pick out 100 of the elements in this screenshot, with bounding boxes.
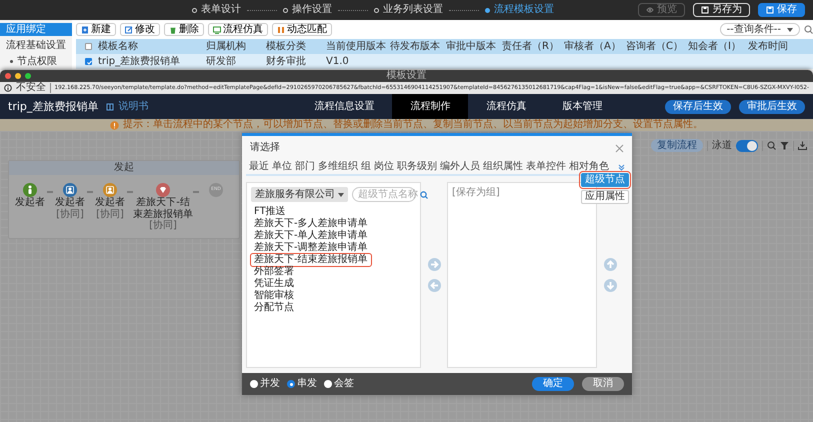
chevron-down-icon[interactable]: [618, 164, 625, 170]
column-header: 审批中版本: [445, 40, 497, 52]
document-plus-icon: [81, 26, 89, 34]
radio-icon[interactable]: [324, 380, 332, 388]
lane-header: 发起: [9, 161, 239, 175]
window-title: 模板设置: [386, 70, 426, 82]
pencil-icon: [125, 26, 133, 34]
manual-link[interactable]: 说明书: [106, 100, 148, 112]
step-tab[interactable]: 表单设计: [192, 4, 241, 16]
step-tab[interactable]: 操作设置: [283, 4, 332, 16]
node-label: 发起者: [15, 197, 45, 208]
copy-flow-button[interactable]: 复制流程: [651, 139, 703, 152]
caret-icon: [787, 28, 793, 32]
filter-icon: [780, 141, 789, 150]
close-icon[interactable]: [615, 144, 624, 152]
tab[interactable]: 版本管理: [544, 94, 620, 119]
swimlane-toggle[interactable]: [736, 140, 758, 152]
list-item[interactable]: 凭证生成: [251, 278, 297, 290]
column-header: 责任者（R）: [501, 40, 560, 52]
close-icon[interactable]: [5, 72, 11, 78]
column-header: 待发布版本: [389, 40, 441, 52]
app-title: trip_差旅费报销单: [8, 100, 98, 114]
step-dot-icon: [283, 8, 288, 12]
header-button[interactable]: 保存后生效: [665, 100, 731, 114]
tab[interactable]: 组: [361, 161, 371, 173]
tab[interactable]: 职务级别: [397, 161, 437, 173]
node-label: 差旅天下-结束差旅报销单: [133, 197, 193, 220]
list-item[interactable]: 外部签署: [251, 266, 297, 278]
tab[interactable]: 岗位: [374, 161, 394, 173]
column-header: 当前使用版本: [325, 40, 386, 52]
step-tab[interactable]: 业务列表设置: [374, 4, 443, 16]
bars-icon: [277, 26, 285, 34]
tab[interactable]: 表单控件: [526, 161, 566, 173]
step-dot-icon: [192, 8, 197, 12]
tab[interactable]: 组织属性: [483, 161, 523, 173]
step-dot-icon: [374, 8, 379, 12]
tab[interactable]: 最近: [249, 161, 269, 173]
dialog-title: 请选择: [250, 142, 280, 154]
tab[interactable]: 相对角色: [569, 161, 609, 173]
monitor-icon: [213, 26, 221, 34]
list-item[interactable]: 差旅天下-多人差旅申请单: [251, 218, 371, 230]
list-item[interactable]: 分配节点: [251, 302, 297, 314]
query-dropdown[interactable]: --查询条件--: [720, 23, 800, 36]
toolbar-button[interactable]: 流程仿真: [208, 23, 268, 36]
org-dropdown[interactable]: 差旅服务有限公司: [251, 187, 348, 202]
confirm-button[interactable]: 确定: [532, 377, 574, 391]
radio-option[interactable]: 串发: [287, 378, 317, 390]
save-button[interactable]: 保存: [758, 3, 805, 17]
eye-icon: [646, 6, 654, 14]
list-item[interactable]: 差旅天下-调整差旅申请单: [251, 242, 371, 254]
radio-option[interactable]: 并发: [250, 378, 280, 390]
search-icon: [767, 141, 776, 150]
checkbox[interactable]: [85, 43, 92, 50]
sidebar-subitem[interactable]: 节点权限: [0, 55, 72, 68]
radio-icon[interactable]: [287, 380, 295, 388]
trash-icon: [169, 26, 177, 34]
radio-icon[interactable]: [250, 380, 258, 388]
list-item[interactable]: 智能审核: [251, 290, 297, 302]
save-icon: [766, 6, 774, 14]
column-header: 归属机构: [205, 40, 247, 52]
info-icon: [4, 84, 12, 92]
sidebar-item[interactable]: 流程基础设置: [0, 39, 72, 52]
checkbox[interactable]: [85, 58, 92, 65]
node-label: 发起者: [95, 197, 125, 208]
column-header: 模板名称: [97, 40, 139, 52]
header-button[interactable]: 审批后生效: [739, 100, 805, 114]
list-item[interactable]: FT推送: [251, 206, 289, 218]
node-note: [协同]: [96, 208, 124, 220]
tab[interactable]: 编外人员: [440, 161, 480, 173]
toolbar-button[interactable]: 动态匹配: [272, 23, 332, 36]
save-as-button[interactable]: 另存为: [693, 3, 750, 17]
maximize-icon[interactable]: [25, 72, 31, 78]
group-header: [保存为组]: [452, 187, 500, 199]
toolbar-button[interactable]: 新建: [76, 23, 116, 36]
minimize-icon[interactable]: [15, 72, 21, 78]
tab[interactable]: 流程信息设置: [296, 94, 392, 119]
tab[interactable]: 部门: [295, 161, 315, 173]
tab[interactable]: 流程仿真: [468, 94, 544, 119]
notice-text: 提示：单击流程中的某个节点，可以增加节点、替换或删除当前节点、复制当前节点、以当前节点为起始增加分支、设置节点属性。: [123, 119, 703, 131]
tab[interactable]: 单位: [272, 161, 292, 173]
tab[interactable]: 多维组织: [318, 161, 358, 173]
side-button[interactable]: 应用属性: [581, 190, 629, 204]
column-header: 咨询者（C）: [625, 40, 684, 52]
toolbar-button[interactable]: 修改: [120, 23, 160, 36]
search-icon: [420, 190, 428, 198]
table-cell-text: 财务审批: [265, 56, 307, 68]
node-note: [协同]: [56, 208, 84, 220]
radio-option[interactable]: 会签: [324, 378, 354, 390]
caret-icon: [338, 192, 344, 196]
info-icon: [110, 120, 119, 130]
sidebar-item[interactable]: 应用绑定: [0, 23, 72, 36]
toolbar-button[interactable]: 删除: [164, 23, 204, 36]
step-tab[interactable]: 流程模板设置: [485, 4, 554, 16]
column-header: 模板分类: [265, 40, 307, 52]
tab[interactable]: 流程制作: [392, 94, 468, 119]
list-item[interactable]: 差旅天下-单人差旅申请单: [251, 230, 371, 242]
list-item[interactable]: 差旅天下-结束差旅报销单: [251, 254, 371, 266]
download-icon: [798, 141, 807, 150]
side-button[interactable]: 超级节点: [581, 173, 629, 187]
column-header: 审核者（A）: [563, 40, 622, 52]
